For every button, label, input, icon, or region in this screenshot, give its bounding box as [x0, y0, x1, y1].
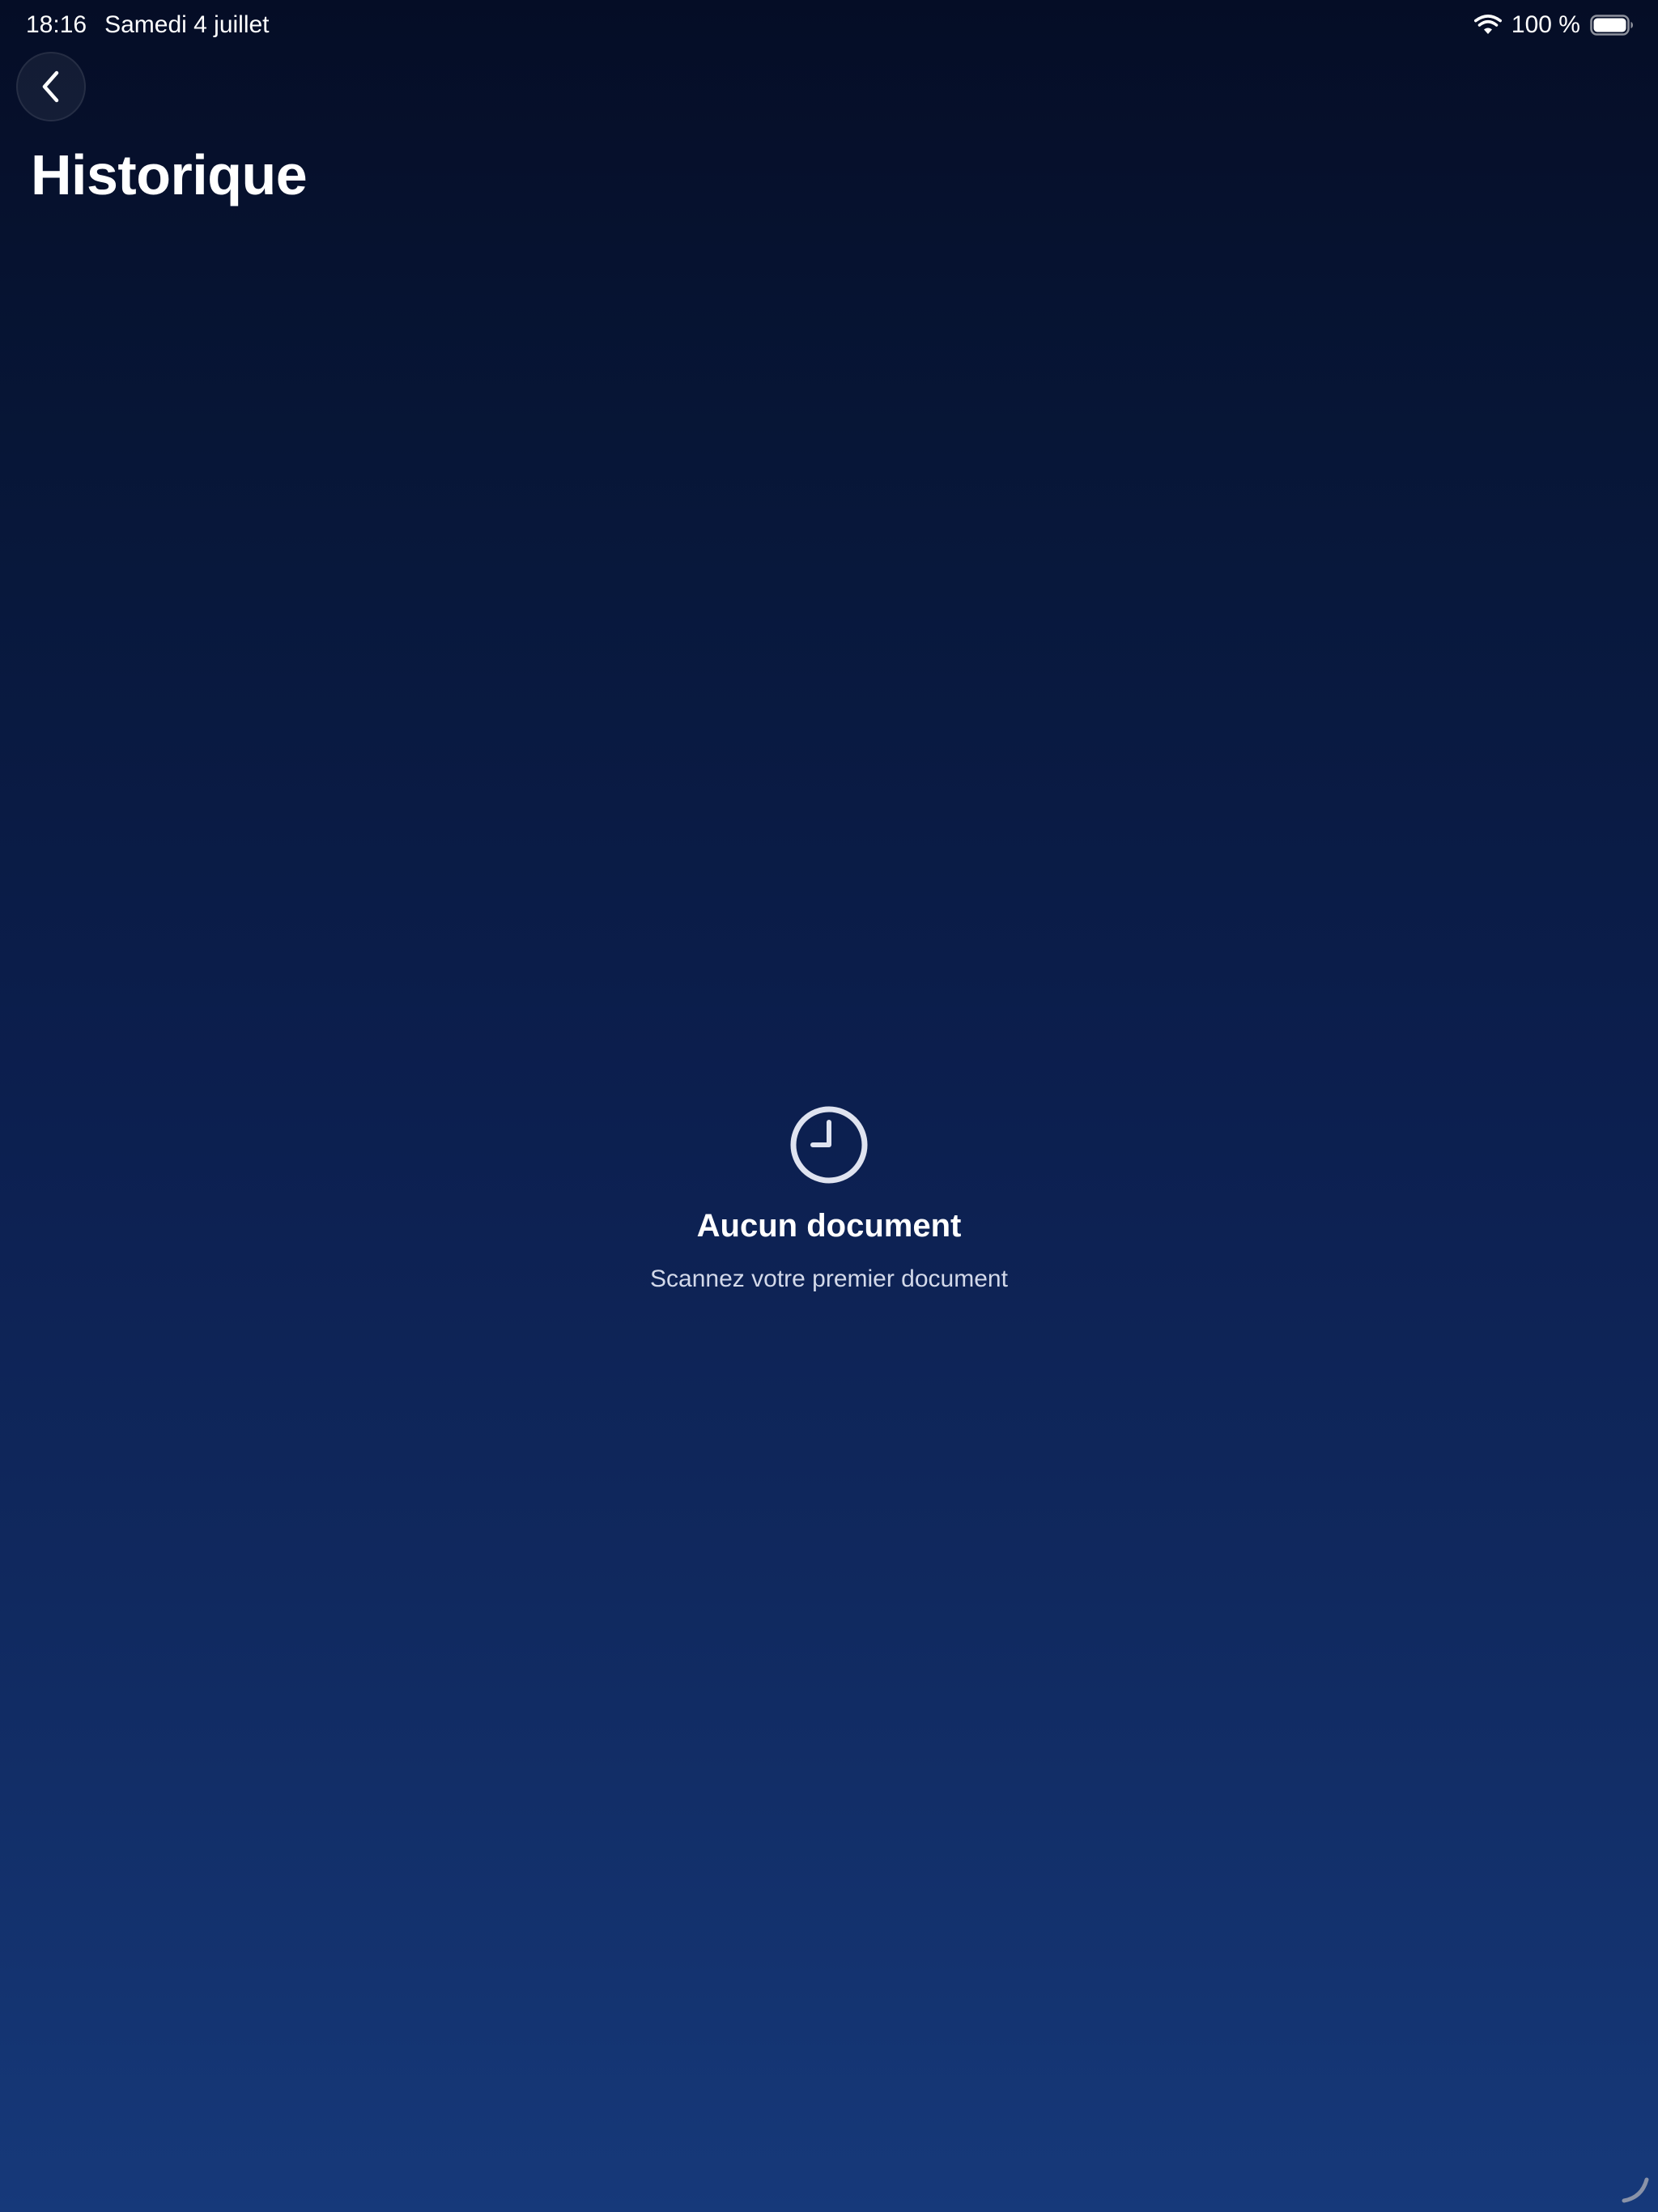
status-left: 18:16 Samedi 4 juillet: [26, 11, 270, 39]
empty-state-subtitle: Scannez votre premier document: [650, 1266, 1008, 1292]
resize-handle-icon[interactable]: [1619, 2173, 1652, 2206]
clock-icon: [789, 1104, 869, 1185]
empty-state: Aucun document Scannez votre premier doc…: [0, 1104, 1658, 1293]
back-button[interactable]: [16, 52, 86, 121]
status-date: Samedi 4 juillet: [104, 11, 270, 38]
chevron-left-icon: [39, 70, 63, 104]
status-bar: 18:16 Samedi 4 juillet 100 %: [0, 0, 1658, 52]
page-title: Historique: [31, 143, 308, 206]
empty-state-title: Aucun document: [696, 1208, 962, 1244]
battery-percentage: 100 %: [1511, 11, 1580, 38]
battery-icon: [1590, 15, 1634, 36]
wifi-icon: [1473, 15, 1502, 36]
status-time: 18:16: [26, 11, 87, 38]
status-right: 100 %: [1473, 11, 1634, 39]
